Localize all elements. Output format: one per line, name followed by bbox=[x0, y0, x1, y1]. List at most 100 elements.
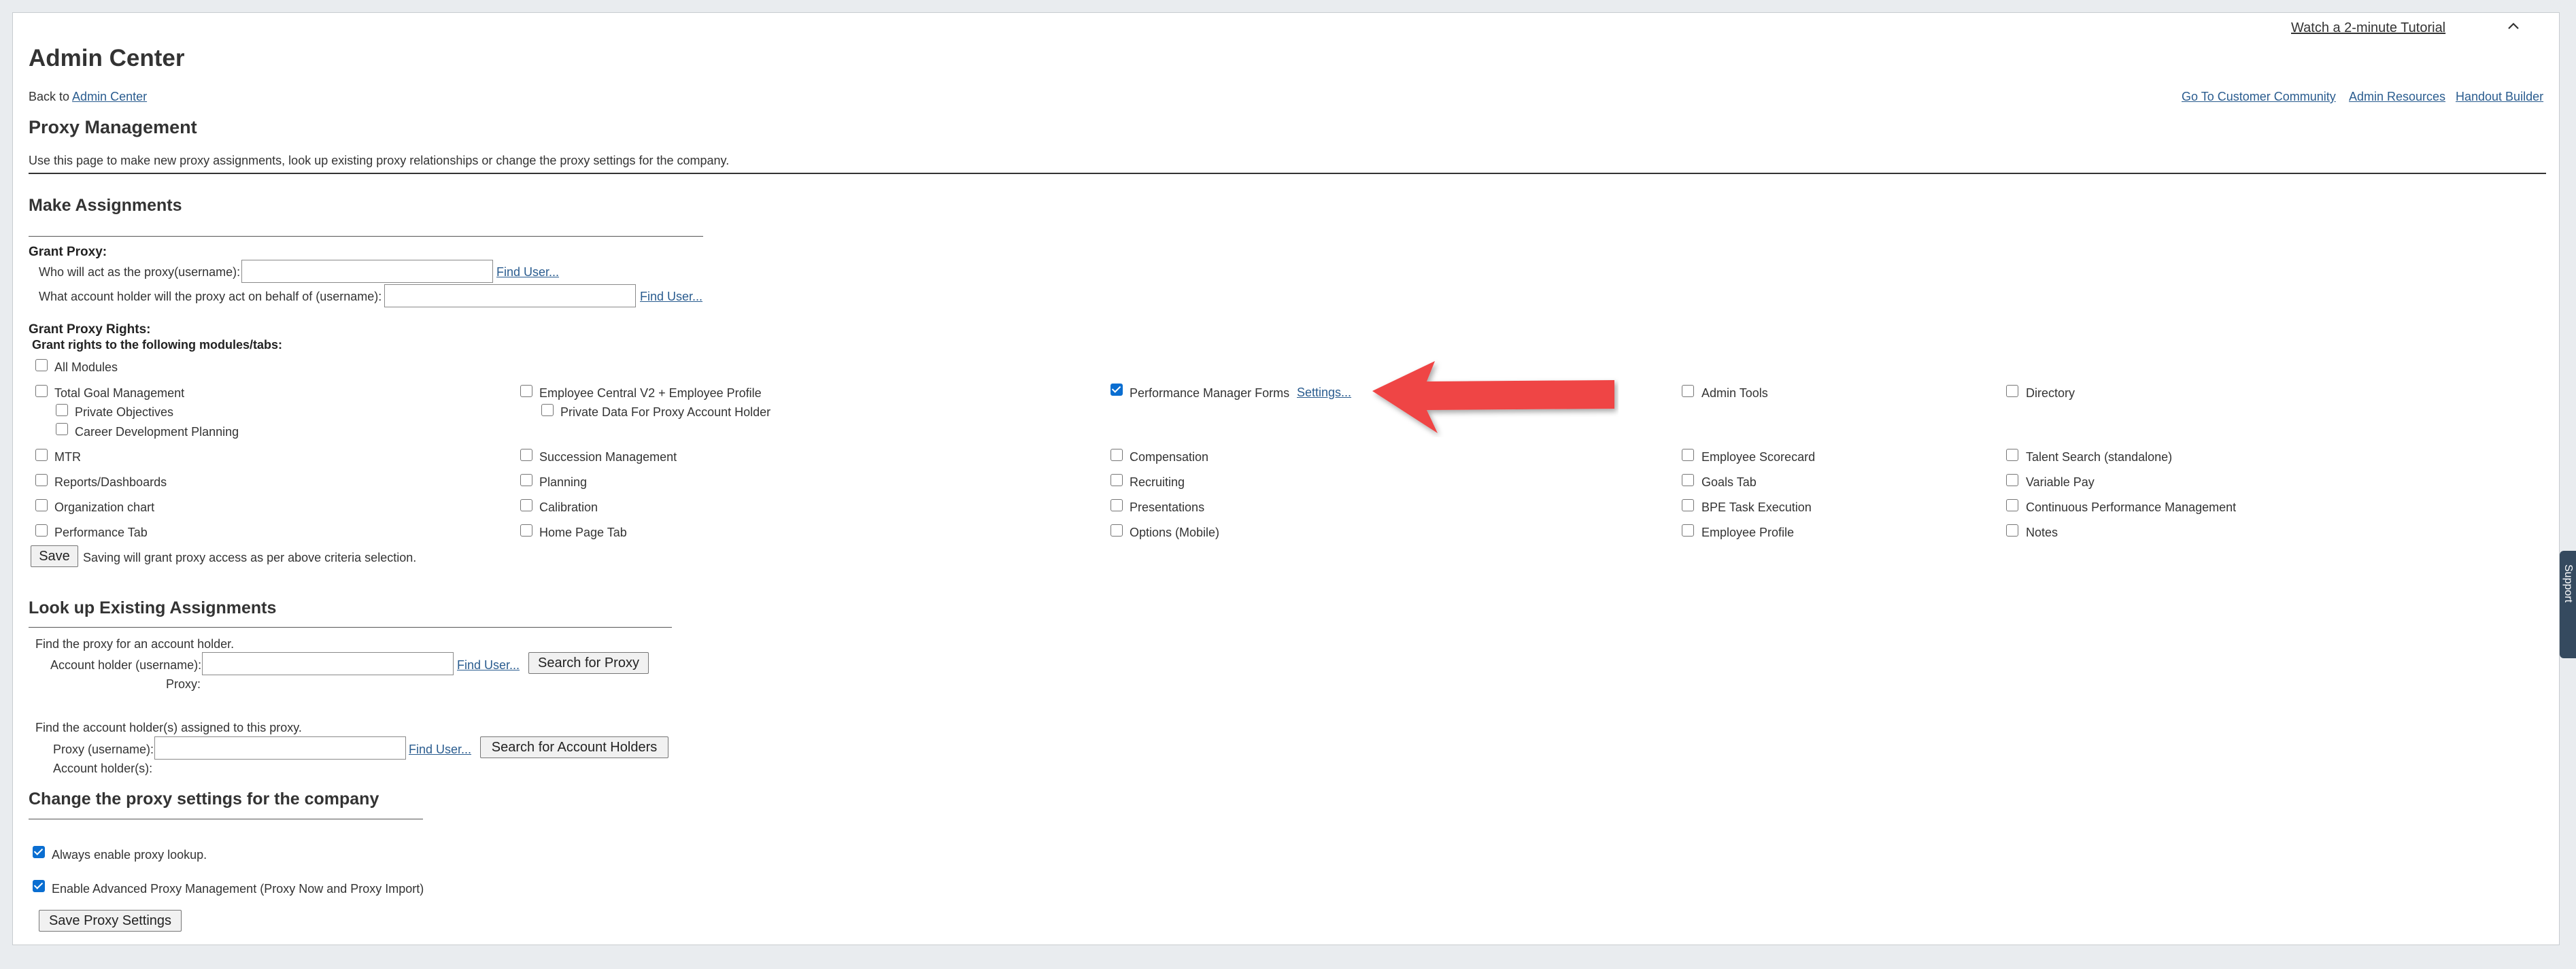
find-user-link-proxy[interactable]: Find User... bbox=[496, 265, 559, 279]
advanced-proxy-checkbox[interactable] bbox=[33, 880, 45, 892]
all-modules-checkbox[interactable] bbox=[35, 359, 48, 371]
admin-resources-link[interactable]: Admin Resources bbox=[2349, 90, 2445, 104]
proxy-result-label: Proxy: bbox=[166, 677, 201, 691]
goals-tab-label: Goals Tab bbox=[1701, 475, 1757, 489]
performance-tab-label: Performance Tab bbox=[54, 526, 148, 539]
lookup-title: Look up Existing Assignments bbox=[29, 598, 277, 617]
find-user-link-account-holder[interactable]: Find User... bbox=[640, 290, 702, 304]
back-prefix: Back to bbox=[29, 90, 70, 103]
save-note: Saving will grant proxy access as per ab… bbox=[83, 551, 417, 564]
account-holder-label: What account holder will the proxy act o… bbox=[39, 290, 382, 303]
recruiting-label: Recruiting bbox=[1130, 475, 1185, 489]
presentations-label: Presentations bbox=[1130, 500, 1205, 514]
admin-tools-checkbox[interactable] bbox=[1682, 385, 1694, 397]
mtr-label: MTR bbox=[54, 450, 81, 464]
search-for-proxy-button[interactable]: Search for Proxy bbox=[528, 652, 649, 674]
lookup-account-holder-input[interactable] bbox=[202, 652, 454, 675]
compensation-checkbox[interactable] bbox=[1111, 449, 1123, 461]
account-holder-input[interactable] bbox=[384, 284, 636, 307]
grant-rights-sub: Grant rights to the following modules/ta… bbox=[32, 338, 282, 352]
find-user-link-lookup-holder[interactable]: Find User... bbox=[457, 658, 520, 673]
total-goal-management-checkbox[interactable] bbox=[35, 385, 48, 397]
talent-search-checkbox[interactable] bbox=[2006, 449, 2018, 461]
handout-builder-link[interactable]: Handout Builder bbox=[2456, 90, 2543, 104]
variable-pay-checkbox[interactable] bbox=[2006, 474, 2018, 486]
customer-community-link[interactable]: Go To Customer Community bbox=[2182, 90, 2336, 104]
talent-search-label: Talent Search (standalone) bbox=[2026, 450, 2173, 464]
options-mobile-label: Options (Mobile) bbox=[1130, 526, 1220, 539]
find-proxy-description: Find the proxy for an account holder. bbox=[35, 637, 235, 651]
bpe-task-execution-checkbox[interactable] bbox=[1682, 499, 1694, 511]
always-enable-checkbox[interactable] bbox=[33, 846, 45, 858]
all-modules-label: All Modules bbox=[54, 360, 118, 374]
find-user-link-lookup-proxy[interactable]: Find User... bbox=[409, 743, 471, 757]
calibration-checkbox[interactable] bbox=[520, 499, 532, 511]
succession-management-label: Succession Management bbox=[539, 450, 677, 464]
proxy-username-input[interactable] bbox=[241, 260, 493, 283]
planning-label: Planning bbox=[539, 475, 588, 489]
admin-tools-label: Admin Tools bbox=[1701, 386, 1768, 400]
support-tab[interactable]: Support bbox=[2560, 551, 2576, 658]
notes-label: Notes bbox=[2026, 526, 2058, 539]
employee-scorecard-label: Employee Scorecard bbox=[1701, 450, 1816, 464]
directory-label: Directory bbox=[2026, 386, 2075, 400]
always-enable-label: Always enable proxy lookup. bbox=[52, 848, 207, 862]
reports-dashboards-checkbox[interactable] bbox=[35, 474, 48, 486]
grant-proxy-label: Grant Proxy: bbox=[29, 245, 107, 259]
variable-pay-label: Variable Pay bbox=[2026, 475, 2095, 489]
proxy-management-title: Proxy Management bbox=[29, 117, 197, 137]
save-button[interactable]: Save bbox=[31, 545, 78, 567]
company-settings-title: Change the proxy settings for the compan… bbox=[29, 789, 379, 809]
chevron-up-icon[interactable] bbox=[2505, 18, 2522, 35]
employee-central-checkbox[interactable] bbox=[520, 385, 532, 397]
employee-scorecard-checkbox[interactable] bbox=[1682, 449, 1694, 461]
succession-management-checkbox[interactable] bbox=[520, 449, 532, 461]
settings-link[interactable]: Settings... bbox=[1297, 386, 1351, 400]
section-underline bbox=[29, 627, 672, 628]
organization-chart-checkbox[interactable] bbox=[35, 499, 48, 511]
save-proxy-settings-button[interactable]: Save Proxy Settings bbox=[39, 910, 182, 932]
make-assignments-title: Make Assignments bbox=[29, 196, 182, 215]
holders-result-label: Account holder(s): bbox=[53, 762, 153, 775]
section-underline bbox=[29, 236, 703, 237]
proxy-management-description: Use this page to make new proxy assignme… bbox=[29, 154, 730, 167]
goals-tab-checkbox[interactable] bbox=[1682, 474, 1694, 486]
performance-manager-forms-checkbox[interactable] bbox=[1111, 384, 1123, 396]
notes-checkbox[interactable] bbox=[2006, 524, 2018, 537]
search-for-account-holders-button[interactable]: Search for Account Holders bbox=[480, 736, 668, 758]
career-development-checkbox[interactable] bbox=[56, 423, 68, 435]
continuous-performance-checkbox[interactable] bbox=[2006, 499, 2018, 511]
continuous-performance-label: Continuous Performance Management bbox=[2026, 500, 2237, 514]
private-objectives-label: Private Objectives bbox=[75, 405, 174, 419]
back-admin-center-link[interactable]: Admin Center bbox=[72, 90, 147, 103]
reports-dashboards-label: Reports/Dashboards bbox=[54, 475, 167, 489]
back-text: Back to Admin Center bbox=[29, 90, 147, 104]
directory-checkbox[interactable] bbox=[2006, 385, 2018, 397]
private-data-checkbox[interactable] bbox=[541, 404, 554, 416]
divider bbox=[29, 173, 2546, 174]
total-goal-management-label: Total Goal Management bbox=[54, 386, 185, 400]
find-holders-description: Find the account holder(s) assigned to t… bbox=[35, 721, 302, 734]
employee-profile-label: Employee Profile bbox=[1701, 526, 1795, 539]
compensation-label: Compensation bbox=[1130, 450, 1209, 464]
lookup-proxy-label: Proxy (username): bbox=[53, 743, 154, 756]
performance-tab-checkbox[interactable] bbox=[35, 524, 48, 537]
admin-center-panel bbox=[12, 12, 2560, 945]
lookup-proxy-input[interactable] bbox=[154, 736, 406, 760]
lookup-account-holder-label: Account holder (username): bbox=[50, 658, 202, 672]
presentations-checkbox[interactable] bbox=[1111, 499, 1123, 511]
home-page-tab-checkbox[interactable] bbox=[520, 524, 532, 537]
annotation-arrow-icon bbox=[1372, 361, 1614, 433]
private-objectives-checkbox[interactable] bbox=[56, 404, 68, 416]
organization-chart-label: Organization chart bbox=[54, 500, 155, 514]
private-data-label: Private Data For Proxy Account Holder bbox=[560, 405, 771, 419]
options-mobile-checkbox[interactable] bbox=[1111, 524, 1123, 537]
bpe-task-execution-label: BPE Task Execution bbox=[1701, 500, 1812, 514]
mtr-checkbox[interactable] bbox=[35, 449, 48, 461]
tutorial-link[interactable]: Watch a 2-minute Tutorial bbox=[2291, 20, 2445, 36]
proxy-username-label: Who will act as the proxy(username): bbox=[39, 265, 241, 279]
recruiting-checkbox[interactable] bbox=[1111, 474, 1123, 486]
employee-central-label: Employee Central V2 + Employee Profile bbox=[539, 386, 762, 400]
planning-checkbox[interactable] bbox=[520, 474, 532, 486]
employee-profile-checkbox[interactable] bbox=[1682, 524, 1694, 537]
